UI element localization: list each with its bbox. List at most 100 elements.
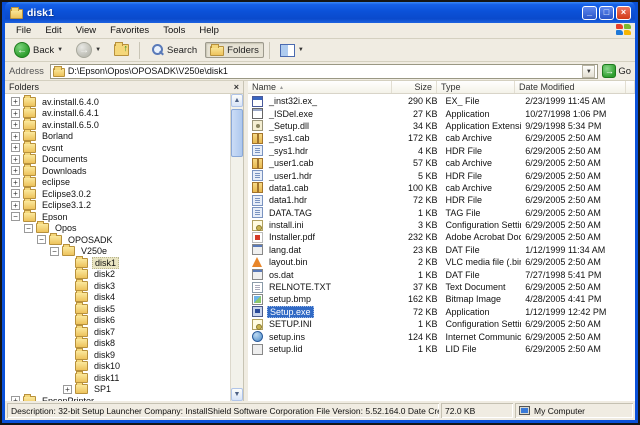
tree-scroll-track[interactable] bbox=[231, 107, 243, 388]
tree-item[interactable]: disk9 bbox=[5, 349, 230, 361]
file-name-cell[interactable]: _user1.cab bbox=[248, 158, 396, 169]
table-row[interactable]: setup.bmp162 KBBitmap Image4/28/2005 4:4… bbox=[248, 293, 635, 305]
tree-item[interactable]: +av.install.6.4.1 bbox=[5, 108, 230, 120]
tree-item[interactable]: +av.install.6.5.0 bbox=[5, 119, 230, 131]
file-name-cell[interactable]: DATA.TAG bbox=[248, 207, 396, 218]
file-name-cell[interactable]: data1.hdr bbox=[248, 195, 396, 206]
tree-item[interactable]: disk6 bbox=[5, 315, 230, 327]
table-row[interactable]: install.ini3 KBConfiguration Settings6/2… bbox=[248, 219, 635, 231]
back-button[interactable]: ← Back ▼ bbox=[9, 40, 68, 60]
minimize-button[interactable]: _ bbox=[582, 6, 597, 20]
scroll-up-icon[interactable]: ▲ bbox=[231, 94, 243, 107]
table-row[interactable]: Installer.pdf232 KBAdobe Acrobat Doc...6… bbox=[248, 231, 635, 243]
table-row[interactable]: _sys1.hdr4 KBHDR File6/29/2005 2:50 AM bbox=[248, 145, 635, 157]
table-row[interactable]: lang.dat23 KBDAT File1/12/1999 11:34 AM bbox=[248, 244, 635, 256]
tree-item[interactable]: disk2 bbox=[5, 269, 230, 281]
tree-item[interactable]: +Borland bbox=[5, 131, 230, 143]
tree-item[interactable]: disk7 bbox=[5, 326, 230, 338]
tree-item[interactable]: +Eclipse3.1.2 bbox=[5, 200, 230, 212]
table-row[interactable]: DATA.TAG1 KBTAG File6/29/2005 2:50 AM bbox=[248, 207, 635, 219]
address-combo[interactable]: D:\Epson\Opos\OPOSADK\V250e\disk1 ▼ bbox=[50, 64, 598, 79]
expand-plus-icon[interactable]: + bbox=[11, 155, 20, 164]
table-row[interactable]: _sys1.cab172 KBcab Archive6/29/2005 2:50… bbox=[248, 132, 635, 144]
table-row[interactable]: layout.bin2 KBVLC media file (.bin)6/29/… bbox=[248, 256, 635, 268]
table-row[interactable]: data1.cab100 KBcab Archive6/29/2005 2:50… bbox=[248, 182, 635, 194]
file-name-cell[interactable]: setup.bmp bbox=[248, 294, 396, 305]
tree-item[interactable]: +Documents bbox=[5, 154, 230, 166]
file-name-cell[interactable]: setup.lid bbox=[248, 344, 396, 355]
file-name-cell[interactable]: _Setup.dll bbox=[248, 120, 396, 131]
maximize-button[interactable]: □ bbox=[599, 6, 614, 20]
tree-item[interactable]: disk8 bbox=[5, 338, 230, 350]
menu-item-view[interactable]: View bbox=[69, 24, 103, 37]
table-row[interactable]: _user1.cab57 KBcab Archive6/29/2005 2:50… bbox=[248, 157, 635, 169]
expand-plus-icon[interactable]: + bbox=[11, 120, 20, 129]
expand-plus-icon[interactable]: + bbox=[11, 189, 20, 198]
table-row[interactable]: RELNOTE.TXT37 KBText Document6/29/2005 2… bbox=[248, 281, 635, 293]
column-header-size[interactable]: Size bbox=[392, 81, 437, 93]
file-name-cell[interactable]: _ISDel.exe bbox=[248, 108, 396, 119]
expand-plus-icon[interactable]: + bbox=[11, 178, 20, 187]
table-row[interactable]: _Setup.dll34 KBApplication Extension9/29… bbox=[248, 120, 635, 132]
tree-item[interactable]: +cvsnt bbox=[5, 142, 230, 154]
file-name-cell[interactable]: install.ini bbox=[248, 220, 396, 231]
file-name-cell[interactable]: _user1.hdr bbox=[248, 170, 396, 181]
tree-item[interactable]: −OPOSADK bbox=[5, 234, 230, 246]
tree-item[interactable]: disk1 bbox=[5, 257, 230, 269]
menu-item-help[interactable]: Help bbox=[192, 24, 226, 37]
folders-button[interactable]: Folders bbox=[205, 42, 264, 58]
expand-plus-icon[interactable]: + bbox=[11, 132, 20, 141]
expand-plus-icon[interactable]: + bbox=[11, 201, 20, 210]
tree-item[interactable]: +SP1 bbox=[5, 384, 230, 396]
table-row[interactable]: _inst32i.ex_290 KBEX_ File2/23/1999 11:4… bbox=[248, 95, 635, 107]
file-name-cell[interactable]: lang.dat bbox=[248, 244, 396, 255]
close-button[interactable]: × bbox=[616, 6, 631, 20]
tree-scrollbar[interactable]: ▲ ▼ bbox=[230, 94, 243, 401]
expand-plus-icon[interactable]: + bbox=[11, 143, 20, 152]
tree-item[interactable]: disk5 bbox=[5, 303, 230, 315]
expand-plus-icon[interactable]: + bbox=[63, 385, 72, 394]
column-header-name[interactable]: Name▴ bbox=[248, 81, 392, 93]
tree-item[interactable]: disk4 bbox=[5, 292, 230, 304]
tree-item[interactable]: disk10 bbox=[5, 361, 230, 373]
search-button[interactable]: Search bbox=[145, 41, 202, 59]
back-dropdown-icon[interactable]: ▼ bbox=[57, 47, 63, 53]
file-name-cell[interactable]: _inst32i.ex_ bbox=[248, 96, 396, 107]
expand-plus-icon[interactable]: + bbox=[11, 109, 20, 118]
tree-item[interactable]: +eclipse bbox=[5, 177, 230, 189]
table-row[interactable]: os.dat1 KBDAT File7/27/1998 5:41 PM bbox=[248, 268, 635, 280]
file-name-cell[interactable]: SETUP.INI bbox=[248, 319, 396, 330]
address-dropdown-icon[interactable]: ▼ bbox=[582, 65, 595, 78]
collapse-minus-icon[interactable]: − bbox=[37, 235, 46, 244]
table-row[interactable]: setup.lid1 KBLID File6/29/2005 2:50 AM bbox=[248, 343, 635, 355]
tree-item[interactable]: −Opos bbox=[5, 223, 230, 235]
file-name-cell[interactable]: os.dat bbox=[248, 269, 396, 280]
column-header-date-modified[interactable]: Date Modified bbox=[515, 81, 626, 93]
tree-item[interactable]: +Eclipse3.0.2 bbox=[5, 188, 230, 200]
file-name-cell[interactable]: _sys1.cab bbox=[248, 133, 396, 144]
file-name-cell[interactable]: data1.cab bbox=[248, 182, 396, 193]
table-row[interactable]: Setup.exe72 KBApplication1/12/1999 12:42… bbox=[248, 306, 635, 318]
file-name-cell[interactable]: _sys1.hdr bbox=[248, 145, 396, 156]
expand-plus-icon[interactable]: + bbox=[11, 97, 20, 106]
tree-item[interactable]: +Downloads bbox=[5, 165, 230, 177]
column-header-type[interactable]: Type bbox=[437, 81, 515, 93]
table-row[interactable]: data1.hdr72 KBHDR File6/29/2005 2:50 AM bbox=[248, 194, 635, 206]
tree-item[interactable]: disk11 bbox=[5, 372, 230, 384]
title-bar[interactable]: disk1 _ □ × bbox=[5, 2, 635, 23]
scroll-down-icon[interactable]: ▼ bbox=[231, 388, 243, 401]
tree-item[interactable]: −V250e bbox=[5, 246, 230, 258]
menu-item-favorites[interactable]: Favorites bbox=[103, 24, 156, 37]
menu-item-file[interactable]: File bbox=[9, 24, 38, 37]
file-name-cell[interactable]: layout.bin bbox=[248, 257, 396, 267]
collapse-minus-icon[interactable]: − bbox=[11, 212, 20, 221]
collapse-minus-icon[interactable]: − bbox=[50, 247, 59, 256]
file-name-cell[interactable]: RELNOTE.TXT bbox=[248, 282, 396, 293]
file-name-cell[interactable]: Setup.exe bbox=[248, 306, 396, 318]
table-row[interactable]: _user1.hdr5 KBHDR File6/29/2005 2:50 AM bbox=[248, 169, 635, 181]
tree-item[interactable]: disk3 bbox=[5, 280, 230, 292]
tree-item[interactable]: +av.install.6.4.0 bbox=[5, 96, 230, 108]
forward-dropdown-icon[interactable]: ▼ bbox=[95, 47, 101, 53]
table-row[interactable]: _ISDel.exe27 KBApplication10/27/1998 1:0… bbox=[248, 107, 635, 119]
tree-scroll-thumb[interactable] bbox=[231, 109, 243, 157]
